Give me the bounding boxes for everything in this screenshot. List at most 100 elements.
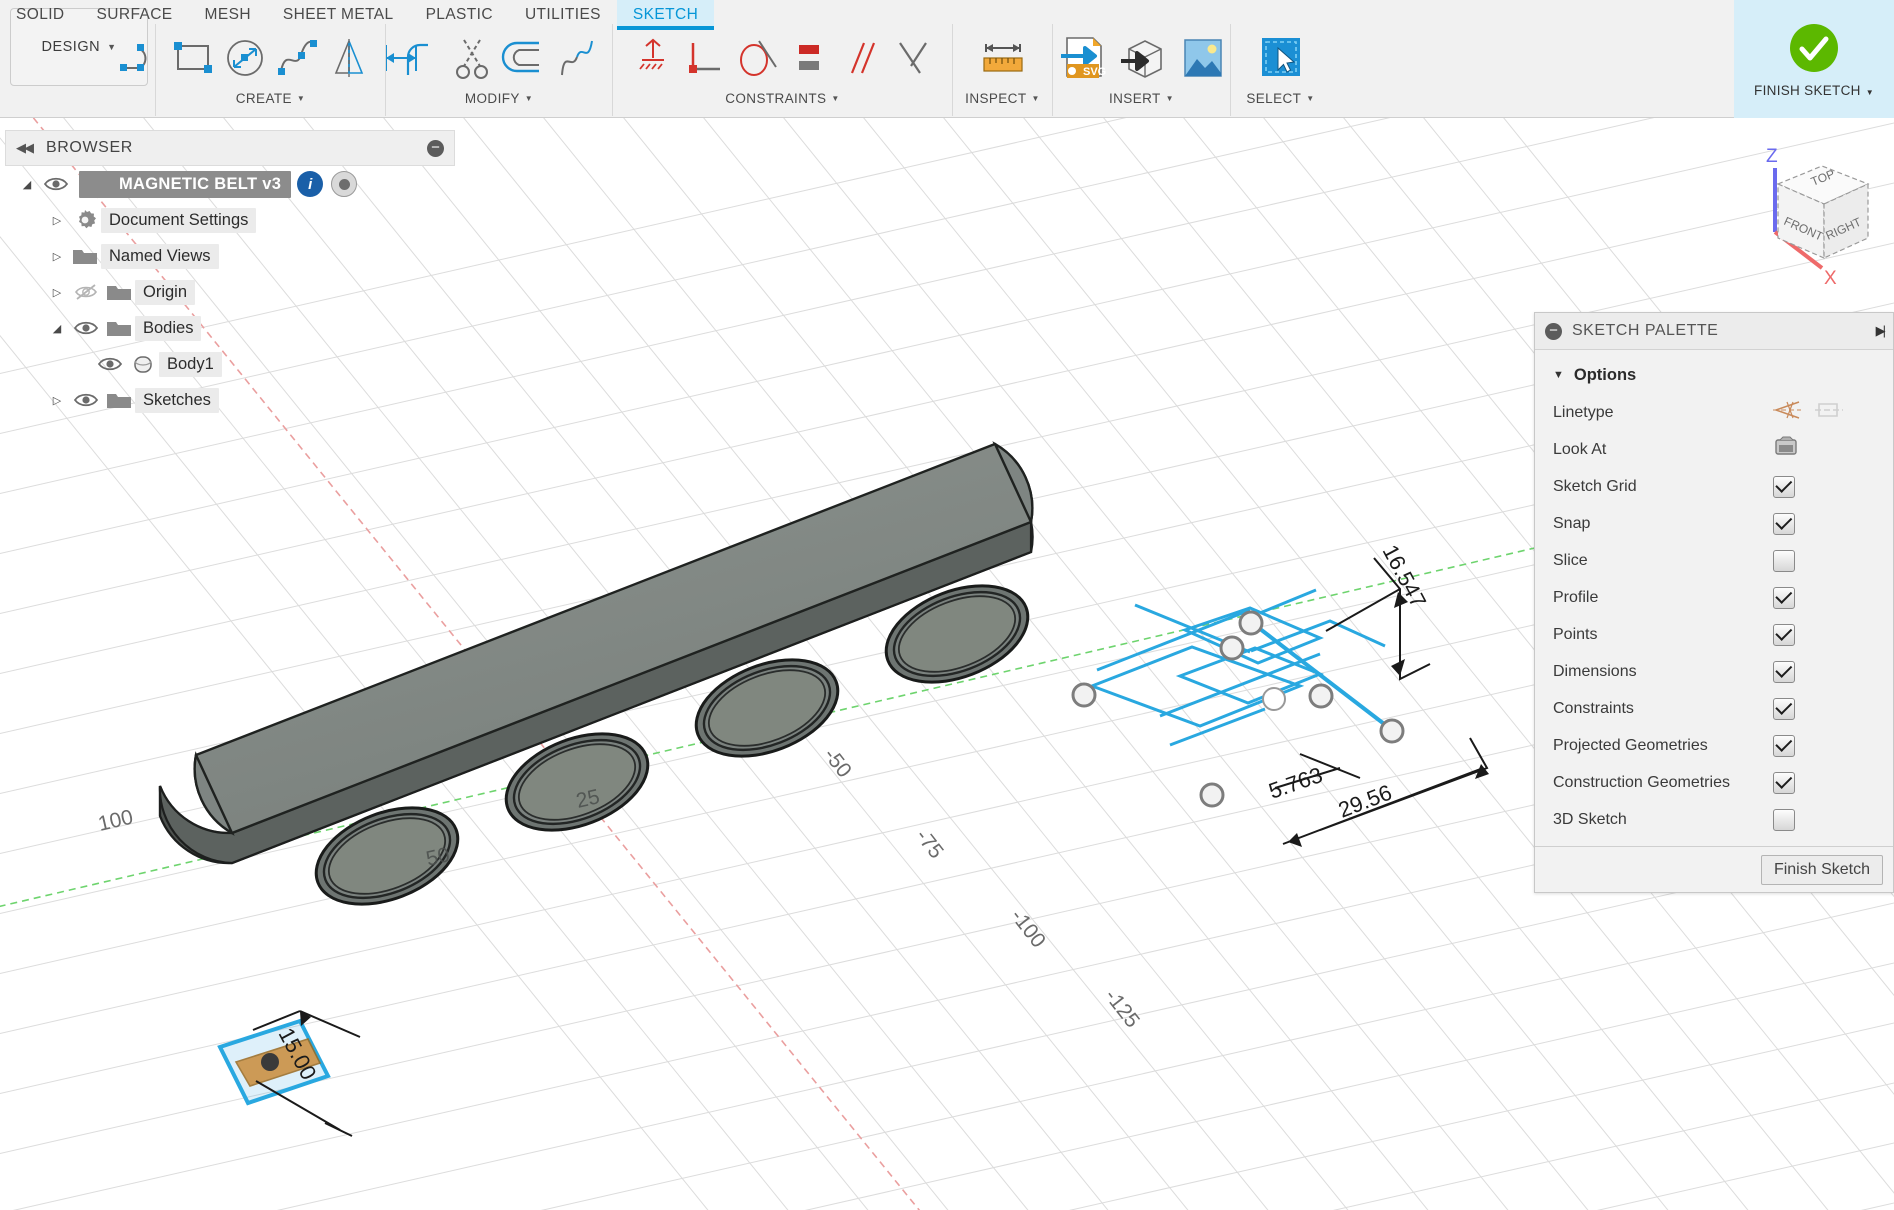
perpendicular-icon[interactable] (679, 29, 731, 87)
checkbox-snap[interactable] (1773, 512, 1795, 535)
ribbon-group-modify: MODIFY ▼ (385, 24, 612, 116)
visibility-eye-icon[interactable] (69, 392, 103, 408)
ribbon-group-label-select[interactable]: SELECT ▼ (1246, 92, 1314, 106)
info-badge-icon[interactable]: i (297, 171, 324, 197)
rectangle-icon[interactable] (167, 29, 219, 87)
collapse-triangle-icon[interactable]: ◢ (45, 322, 69, 335)
tab-solid[interactable]: SOLID (0, 0, 81, 30)
palette-option-profile[interactable]: Profile (1535, 579, 1893, 616)
checkbox-dimensions[interactable] (1773, 660, 1795, 683)
browser-item-named-views[interactable]: ▷ Named Views (5, 238, 455, 274)
checkbox-profile[interactable] (1773, 586, 1795, 609)
visibility-eye-icon[interactable] (69, 320, 103, 336)
visibility-eye-icon[interactable] (93, 356, 127, 372)
active-component-radio[interactable] (331, 171, 358, 197)
visibility-eye-hidden-icon[interactable] (69, 283, 103, 301)
grid-label-x-50: -50 (819, 744, 856, 782)
tab-label: SHEET METAL (282, 6, 394, 23)
palette-option-dimensions[interactable]: Dimensions (1535, 653, 1893, 690)
ribbon-group-inspect: INSPECT ▼ (952, 24, 1052, 116)
body-magnetic-belt[interactable]: 50 25 (158, 441, 1042, 923)
offset-icon[interactable] (499, 29, 551, 87)
insert-derive-icon[interactable] (1112, 29, 1172, 87)
browser-item-document-settings[interactable]: ▷ Document Settings (5, 202, 455, 238)
grid-label-y-100: 100 (96, 806, 135, 836)
expand-triangle-icon[interactable]: ▷ (45, 286, 69, 299)
option-label: Linetype (1553, 403, 1614, 421)
browser-item-body1[interactable]: Body1 (5, 346, 455, 382)
finish-check-icon[interactable] (1784, 19, 1844, 77)
fillet-icon[interactable] (395, 29, 447, 87)
browser-item-origin[interactable]: ▷ Origin (5, 274, 455, 310)
collapse-triangle-icon[interactable]: ▼ (1553, 369, 1564, 381)
palette-option-3d-sketch[interactable]: 3D Sketch (1535, 801, 1893, 838)
browser-item-root[interactable]: ◢ MAGNETIC BELT v3 i (5, 166, 455, 202)
option-label: Construction Geometries (1553, 773, 1730, 791)
ribbon-group-label-constraints[interactable]: CONSTRAINTS ▼ (725, 92, 839, 106)
line-icon[interactable] (115, 29, 167, 87)
checkbox-projected-geometries[interactable] (1773, 734, 1795, 757)
ribbon-group-label-inspect[interactable]: INSPECT ▼ (965, 92, 1040, 106)
browser-item-bodies[interactable]: ◢ Bodies (5, 310, 455, 346)
ribbon-group-label-create[interactable]: CREATE ▼ (236, 92, 305, 106)
tangent-icon[interactable] (731, 29, 783, 87)
tab-label: MESH (204, 6, 251, 23)
view-cube[interactable]: Z X TOP FRONT RIGHT (1740, 140, 1890, 320)
checkbox-3d-sketch[interactable] (1773, 808, 1795, 831)
insert-image-icon[interactable] (1172, 29, 1232, 87)
double-chevron-left-icon[interactable]: ◀◀ (16, 140, 34, 156)
palette-section-options[interactable]: ▼ Options (1535, 356, 1893, 394)
palette-option-constraints[interactable]: Constraints (1535, 690, 1893, 727)
palette-option-snap[interactable]: Snap (1535, 505, 1893, 542)
checkbox-slice[interactable] (1773, 549, 1795, 572)
trim-icon[interactable] (447, 29, 499, 87)
finish-sketch-button[interactable]: Finish Sketch (1760, 854, 1883, 885)
equal-icon[interactable] (783, 29, 835, 87)
ribbon-group-label-insert[interactable]: INSERT ▼ (1109, 92, 1174, 106)
construction-line-icon[interactable] (1773, 398, 1801, 427)
visibility-eye-icon[interactable] (39, 176, 73, 192)
viewcube-axis-x-label: X (1824, 268, 1837, 289)
checkbox-constraints[interactable] (1773, 697, 1795, 720)
minus-circle-icon[interactable]: − (1545, 322, 1562, 340)
symmetry-icon[interactable] (887, 29, 939, 87)
palette-option-sketch-grid[interactable]: Sketch Grid (1535, 468, 1893, 505)
checkbox-construction-geometries[interactable] (1773, 771, 1795, 794)
finish-sketch-group[interactable]: FINISH SKETCH ▼ (1734, 0, 1894, 118)
sketch-geometry (1087, 588, 1386, 747)
chevron-down-icon: ▼ (1865, 87, 1874, 97)
ribbon-group-insert: SVG INSERT ▼ (1052, 24, 1230, 116)
checkbox-sketch-grid[interactable] (1773, 475, 1795, 498)
centerline-icon[interactable] (1815, 398, 1843, 427)
spline-icon[interactable] (271, 29, 323, 87)
browser-item-sketches[interactable]: ▷ Sketches (5, 382, 455, 418)
pin-right-icon[interactable]: ▶| (1876, 323, 1887, 339)
palette-option-slice[interactable]: Slice (1535, 542, 1893, 579)
coincident-icon[interactable] (627, 29, 679, 87)
insert-svg-icon[interactable]: SVG (1052, 29, 1112, 87)
measure-icon[interactable] (973, 29, 1033, 87)
expand-triangle-icon[interactable]: ▷ (45, 214, 69, 227)
palette-option-construction-geometries[interactable]: Construction Geometries (1535, 764, 1893, 801)
expand-triangle-icon[interactable]: ◢ (15, 178, 39, 191)
tab-label: SURFACE (96, 6, 173, 23)
expand-triangle-icon[interactable]: ▷ (45, 250, 69, 263)
minus-circle-icon[interactable]: − (427, 139, 444, 157)
palette-option-projected-geometries[interactable]: Projected Geometries (1535, 727, 1893, 764)
ribbon-group-label-modify[interactable]: MODIFY ▼ (465, 92, 533, 106)
circle-icon[interactable] (219, 29, 271, 87)
expand-triangle-icon[interactable]: ▷ (45, 394, 69, 407)
option-label: Dimensions (1553, 662, 1637, 680)
look-at-icon[interactable] (1773, 436, 1799, 463)
select-arrow-icon[interactable] (1251, 29, 1311, 87)
finish-sketch-label[interactable]: FINISH SKETCH ▼ (1754, 83, 1874, 106)
checkbox-points[interactable] (1773, 623, 1795, 646)
browser-title: BROWSER (46, 139, 133, 156)
ribbon: CREATE ▼ MODIFY ▼ CONSTRAINTS ▼ INSPECT … (119, 0, 1894, 118)
curvature-icon[interactable] (551, 29, 603, 87)
palette-option-points[interactable]: Points (1535, 616, 1893, 653)
option-label: Points (1553, 625, 1598, 643)
parallel-icon[interactable] (835, 29, 887, 87)
mirror-icon[interactable] (323, 29, 375, 87)
sketch-palette-title: SKETCH PALETTE (1572, 322, 1719, 339)
